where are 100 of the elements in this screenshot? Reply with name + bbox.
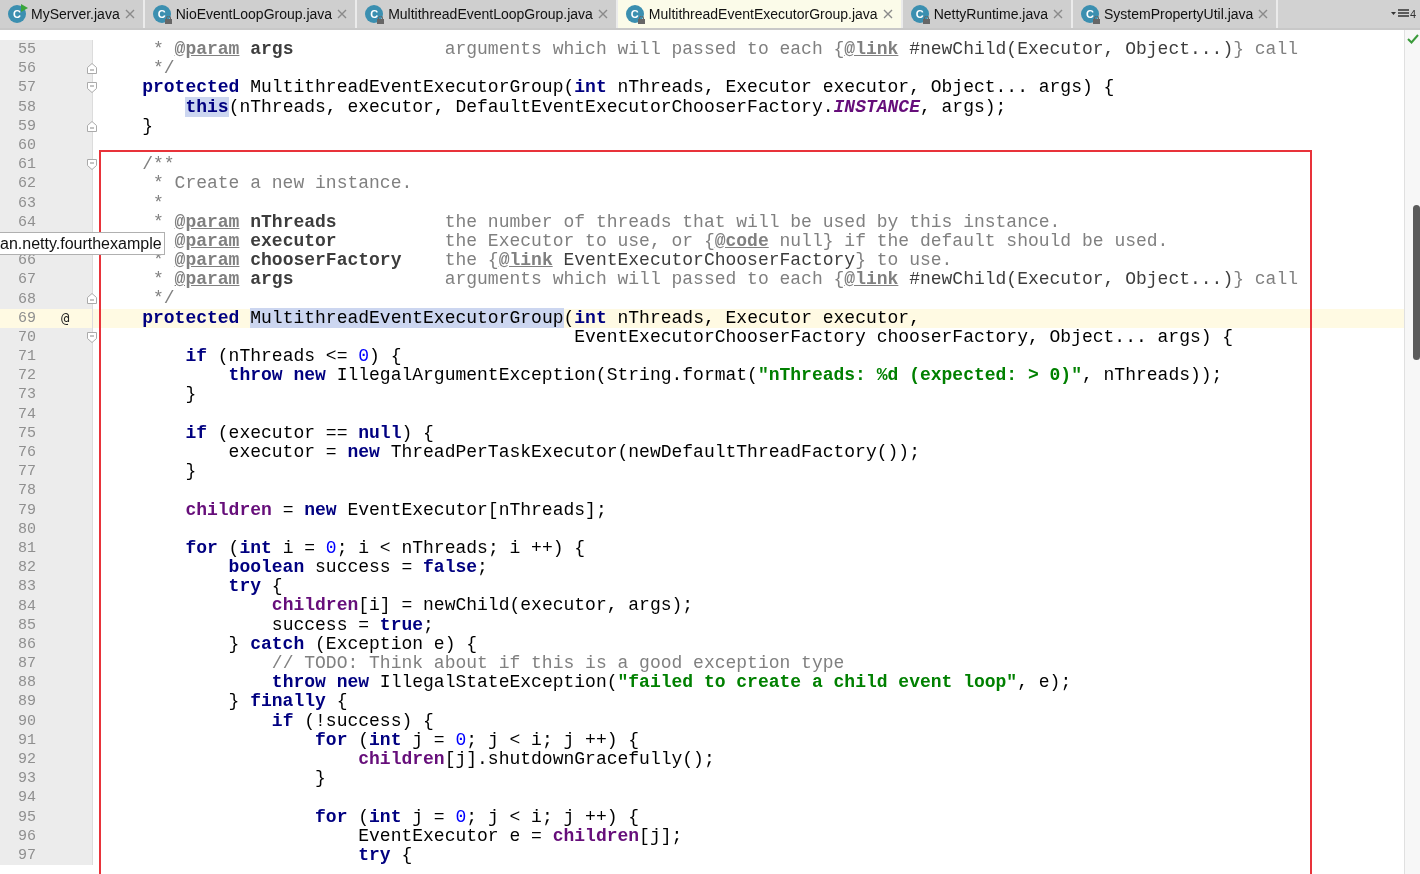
class-icon: C [910, 5, 929, 23]
line-number: 92 [17, 751, 36, 769]
line-number: 85 [17, 616, 36, 634]
line-number: 58 [17, 98, 36, 116]
line-number: 70 [17, 328, 36, 346]
line-number: 56 [17, 60, 36, 78]
fold-icon[interactable] [87, 331, 97, 343]
line-number: 69 [17, 309, 36, 327]
line-number: 87 [17, 655, 36, 673]
line-number: 63 [17, 194, 36, 212]
line-number: 76 [17, 444, 36, 462]
line-number: 89 [17, 693, 36, 711]
code-line: boolean success = false; [228, 558, 488, 578]
line-number: 75 [17, 424, 36, 442]
code-line: EventExecutor e = children[j]; [358, 826, 683, 846]
code-line: for (int j = 0; j < i; j ++) { [315, 807, 640, 827]
close-icon[interactable] [882, 9, 893, 19]
line-number: 78 [17, 482, 36, 500]
line-number: 97 [17, 846, 36, 864]
code-line: if (executor == null) { [185, 423, 434, 443]
code-line: } catch (Exception e) { [228, 634, 478, 654]
line-number: 91 [17, 731, 36, 749]
class-icon: C [1081, 5, 1099, 23]
class-icon: C [625, 5, 644, 23]
code-line: if (nThreads <= 0) { [185, 347, 402, 367]
class-icon: C [8, 5, 26, 23]
code-line: * Create a new instance. [153, 174, 413, 194]
line-number: 79 [17, 501, 36, 519]
fold-icon[interactable] [87, 159, 97, 171]
line-number: 96 [17, 827, 36, 845]
code-line: protected MultithreadEventExecutorGroup(int nThreads, Executor executor, Object... args) { [142, 78, 1115, 98]
code-line: children = new EventExecutor[nThreads]; [185, 500, 607, 520]
code-line: /** [142, 155, 175, 175]
code-line: children[j].shutdownGracefully(); [358, 749, 715, 770]
line-number: 82 [17, 559, 36, 577]
code-line: */ [153, 59, 175, 79]
line-number: 86 [17, 635, 36, 653]
line-number: 60 [17, 137, 36, 155]
class-icon: C [365, 5, 384, 23]
tooltip: an.netty.fourthexample [0, 232, 165, 255]
code-line: try { [228, 577, 283, 597]
line-number: 81 [17, 539, 36, 557]
code-line: * @param nThreads the number of threads that will be used by this instance. [153, 212, 1061, 232]
line-number: 55 [17, 41, 36, 59]
code-line: * @param args arguments which will passed to each {@link #newChild(Executor, Object...)} call [153, 270, 1298, 290]
check-icon [1406, 34, 1419, 44]
code-line: children[i] = newChild(executor, args); [271, 596, 694, 616]
line-number: 72 [17, 367, 36, 385]
line-number: 84 [17, 597, 36, 615]
code-line: for (int j = 0; j < i; j ++) { [315, 730, 640, 750]
close-icon[interactable] [1053, 9, 1063, 19]
fold-icon[interactable] [87, 120, 97, 132]
code-line: executor = new ThreadPerTaskExecutor(newDefaultThreadFactory()); [228, 442, 920, 463]
line-number: 77 [17, 463, 36, 481]
code-line: } finally { [228, 692, 348, 712]
code-line: protected MultithreadEventExecutorGroup(int nThreads, Executor executor, [142, 308, 920, 328]
line-number: 67 [17, 271, 36, 289]
code-line: if (!success) { [271, 711, 434, 731]
code-line: } [315, 769, 326, 789]
scrollbar-thumb[interactable] [1413, 205, 1420, 360]
tab-list-icon[interactable] [1390, 9, 1409, 19]
override-marker[interactable]: @ [61, 310, 70, 327]
code-line: EventExecutorChooserFactory chooserFactory, Object... args) { [574, 327, 1234, 347]
line-number: 64 [17, 213, 36, 231]
line-number: 94 [17, 789, 36, 807]
editor-tab[interactable]: C MultithreadEventExecutorGroup.java [617, 0, 903, 28]
fold-icon[interactable] [87, 63, 97, 75]
line-number: 71 [17, 348, 36, 366]
code-line: throw new IllegalStateException("failed to create a child event loop", e); [271, 673, 1072, 693]
code-line: @param executor the Executor to use, or {@code null} if the default should be used. [174, 231, 1169, 252]
code-line: success = true; [271, 615, 434, 635]
code-line: // TODO: Think about if this is a good exception type [271, 654, 845, 674]
code-line: * @param args arguments which will passed to each {@link #newChild(Executor, Object...)} call [153, 40, 1298, 60]
code-line: try { [358, 845, 413, 866]
close-icon[interactable] [1258, 9, 1269, 19]
line-number: 57 [17, 79, 36, 97]
code-line: } [185, 462, 197, 482]
close-icon[interactable] [597, 9, 608, 19]
line-number: 61 [17, 156, 36, 174]
line-number: 95 [17, 808, 36, 826]
code-line: } [142, 116, 153, 136]
code-line: this(nThreads, executor, DefaultEventExecutorChooserFactory.INSTANCE, args); [185, 97, 1007, 117]
line-number: 90 [17, 712, 36, 730]
close-icon[interactable] [124, 9, 135, 19]
line-number: 80 [17, 520, 36, 538]
line-number: 68 [17, 290, 36, 308]
hidden-tab-count: 4 [1409, 8, 1416, 20]
class-icon: C [152, 5, 171, 23]
fold-icon[interactable] [87, 293, 97, 305]
code-line: * [153, 193, 164, 213]
line-number: 59 [17, 117, 36, 135]
close-icon[interactable] [337, 9, 348, 19]
code-line: } [185, 385, 197, 405]
line-number: 83 [17, 578, 36, 596]
code-line: throw new IllegalArgumentException(String.format("nThreads: %d (expected: > 0)", nThreads)); [228, 366, 1223, 386]
line-number: 93 [17, 770, 36, 788]
fold-icon[interactable] [87, 82, 97, 94]
line-number: 88 [17, 674, 36, 692]
line-number: 74 [17, 405, 36, 423]
code-line: */ [153, 289, 175, 309]
